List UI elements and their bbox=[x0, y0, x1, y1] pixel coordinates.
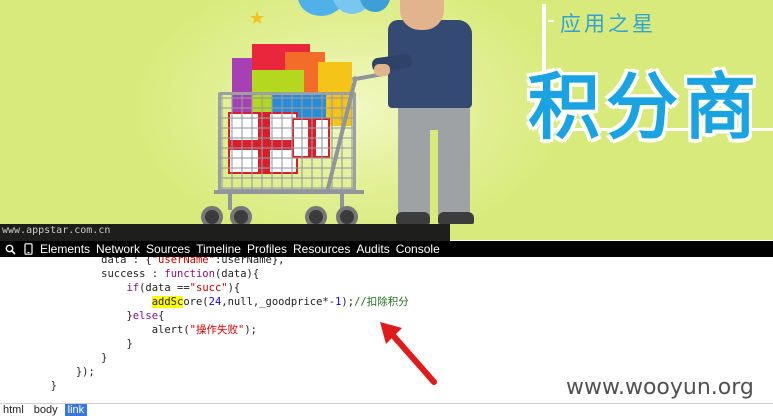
tab-audits[interactable]: Audits bbox=[356, 241, 389, 257]
man-figure-shoe bbox=[438, 212, 474, 224]
tab-sources[interactable]: Sources bbox=[146, 241, 190, 257]
promo-banner: ★ 应用之星 积分商 bbox=[0, 0, 773, 240]
tab-network[interactable]: Network bbox=[96, 241, 140, 257]
code-line: alert("操作失败"); bbox=[151, 324, 257, 336]
dom-breadcrumb: html body link bbox=[0, 403, 773, 416]
breadcrumb-html[interactable]: html bbox=[0, 404, 27, 416]
breadcrumb-body[interactable]: body bbox=[31, 404, 61, 416]
site-url: www.appstar.com.cn bbox=[2, 225, 111, 236]
code-line: } bbox=[126, 338, 133, 350]
code-line: }); bbox=[75, 366, 95, 378]
man-figure-shoe bbox=[396, 212, 430, 224]
devtools-toolbar: Elements Network Sources Timeline Profil… bbox=[0, 241, 773, 257]
code-line: } bbox=[101, 352, 108, 364]
sign-rule bbox=[548, 20, 554, 22]
banner-subtitle: 应用之星 bbox=[560, 12, 656, 36]
tab-resources[interactable]: Resources bbox=[293, 241, 350, 257]
search-highlight: addSc bbox=[151, 296, 184, 308]
code-line: } bbox=[50, 380, 57, 392]
code-line: }else{ bbox=[126, 310, 165, 322]
star-icon: ★ bbox=[249, 8, 266, 29]
red-arrow-annotation bbox=[380, 322, 437, 385]
tab-elements[interactable]: Elements bbox=[40, 241, 90, 257]
code-line: if(data =="succ"){ bbox=[126, 282, 241, 294]
banner-title: 积分商 bbox=[528, 65, 763, 149]
man-figure-hand bbox=[374, 64, 390, 76]
tab-console[interactable]: Console bbox=[396, 241, 440, 257]
breadcrumb-link[interactable]: link bbox=[64, 403, 88, 416]
tab-profiles[interactable]: Profiles bbox=[247, 241, 287, 257]
watermark: www.wooyun.org bbox=[566, 375, 754, 400]
man-leg-gap bbox=[430, 130, 438, 216]
shopping-cart-basket bbox=[218, 92, 356, 192]
cart-leg bbox=[228, 194, 232, 210]
code-line: data : {"userName":userName}, bbox=[101, 257, 285, 266]
search-icon[interactable] bbox=[2, 241, 18, 257]
code-line: success : function(data){ bbox=[101, 268, 260, 280]
code-line-highlighted: addScore(24,null,_goodprice*-1);//扣除积分 bbox=[151, 296, 409, 308]
device-mode-icon[interactable] bbox=[20, 241, 36, 257]
tab-timeline[interactable]: Timeline bbox=[196, 241, 241, 257]
